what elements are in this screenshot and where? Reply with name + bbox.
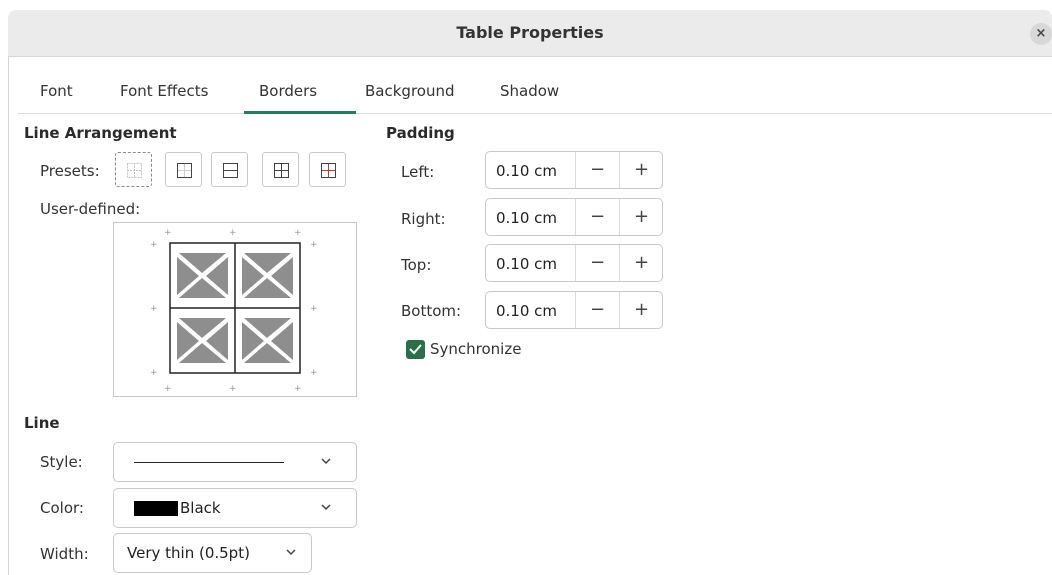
synchronize-checkbox[interactable] (406, 340, 425, 359)
width-value: Very thin (0.5pt) (127, 544, 250, 562)
padding-top-decrement-button[interactable]: − (575, 245, 619, 281)
padding-top-spinbox[interactable]: 0.10 cm − + (485, 244, 663, 282)
padding-left-spinbox[interactable]: 0.10 cm − + (485, 151, 663, 189)
tab-background[interactable]: Background (365, 82, 455, 100)
preset-outer-button[interactable] (165, 152, 202, 187)
width-dropdown[interactable]: Very thin (0.5pt) (113, 533, 312, 573)
svg-text:+: + (150, 240, 158, 250)
color-dropdown[interactable]: Black (113, 488, 357, 528)
svg-text:+: + (310, 304, 318, 314)
solid-line-sample (134, 462, 284, 463)
color-value: Black (180, 499, 221, 517)
outer-border-horizontal-icon (223, 163, 238, 178)
preset-outer-inner-button[interactable] (309, 152, 346, 187)
tab-bar: Font Font Effects Borders Background Sha… (18, 68, 1052, 114)
title-bar: Table Properties × (8, 10, 1052, 57)
padding-left-label: Left: (401, 163, 435, 181)
active-tab-indicator (244, 111, 356, 114)
padding-right-label: Right: (401, 210, 446, 228)
padding-bottom-increment-button[interactable]: + (619, 292, 663, 328)
padding-top-label: Top: (401, 256, 432, 274)
chevron-down-icon (286, 549, 296, 556)
tab-shadow[interactable]: Shadow (500, 82, 559, 100)
padding-top-value[interactable]: 0.10 cm (496, 255, 557, 273)
checkmark-icon (409, 344, 422, 355)
close-button[interactable]: × (1030, 23, 1052, 45)
none-icon (127, 163, 142, 178)
outer-border-icon (177, 163, 192, 178)
padding-left-decrement-button[interactable]: − (575, 152, 619, 188)
color-swatch (134, 501, 178, 516)
width-label: Width: (40, 545, 89, 563)
svg-text:+: + (229, 228, 237, 238)
svg-text:+: + (310, 240, 318, 250)
color-label: Color: (40, 499, 84, 517)
dialog-title: Table Properties (456, 23, 604, 42)
outer-border-inner-red-icon (321, 163, 336, 178)
outer-border-all-inner-icon (274, 163, 289, 178)
padding-right-decrement-button[interactable]: − (575, 199, 619, 235)
tab-font-effects[interactable]: Font Effects (120, 82, 208, 100)
padding-heading: Padding (386, 124, 455, 142)
svg-text:+: + (164, 228, 172, 238)
line-arrangement-heading: Line Arrangement (24, 124, 177, 142)
padding-bottom-decrement-button[interactable]: − (575, 292, 619, 328)
svg-text:+: + (150, 304, 158, 314)
user-defined-label: User-defined: (40, 200, 141, 218)
preset-outer-all-button[interactable] (262, 152, 299, 187)
tab-borders[interactable]: Borders (259, 82, 317, 100)
svg-text:+: + (229, 384, 237, 394)
line-heading: Line (24, 414, 60, 432)
padding-left-increment-button[interactable]: + (619, 152, 663, 188)
preset-none-button[interactable] (115, 152, 152, 187)
padding-bottom-label: Bottom: (401, 302, 462, 320)
chevron-down-icon (321, 458, 331, 465)
synchronize-label[interactable]: Synchronize (430, 340, 521, 358)
padding-right-increment-button[interactable]: + (619, 199, 663, 235)
padding-right-spinbox[interactable]: 0.10 cm − + (485, 198, 663, 236)
padding-bottom-spinbox[interactable]: 0.10 cm − + (485, 291, 663, 329)
style-dropdown[interactable] (113, 442, 357, 482)
padding-right-value[interactable]: 0.10 cm (496, 209, 557, 227)
padding-top-increment-button[interactable]: + (619, 245, 663, 281)
presets-label: Presets: (40, 162, 100, 180)
padding-left-value[interactable]: 0.10 cm (496, 162, 557, 180)
style-label: Style: (40, 453, 83, 471)
border-preview: + + + + + + + + + + + + (150, 228, 318, 394)
svg-text:+: + (150, 368, 158, 378)
svg-text:+: + (294, 228, 302, 238)
chevron-down-icon (321, 504, 331, 511)
svg-text:+: + (294, 384, 302, 394)
user-defined-border-canvas[interactable]: + + + + + + + + + + + + (113, 222, 357, 397)
padding-bottom-value[interactable]: 0.10 cm (496, 302, 557, 320)
preset-outer-horizontal-button[interactable] (211, 152, 248, 187)
svg-text:+: + (164, 384, 172, 394)
tab-font[interactable]: Font (40, 82, 73, 100)
svg-text:+: + (310, 368, 318, 378)
